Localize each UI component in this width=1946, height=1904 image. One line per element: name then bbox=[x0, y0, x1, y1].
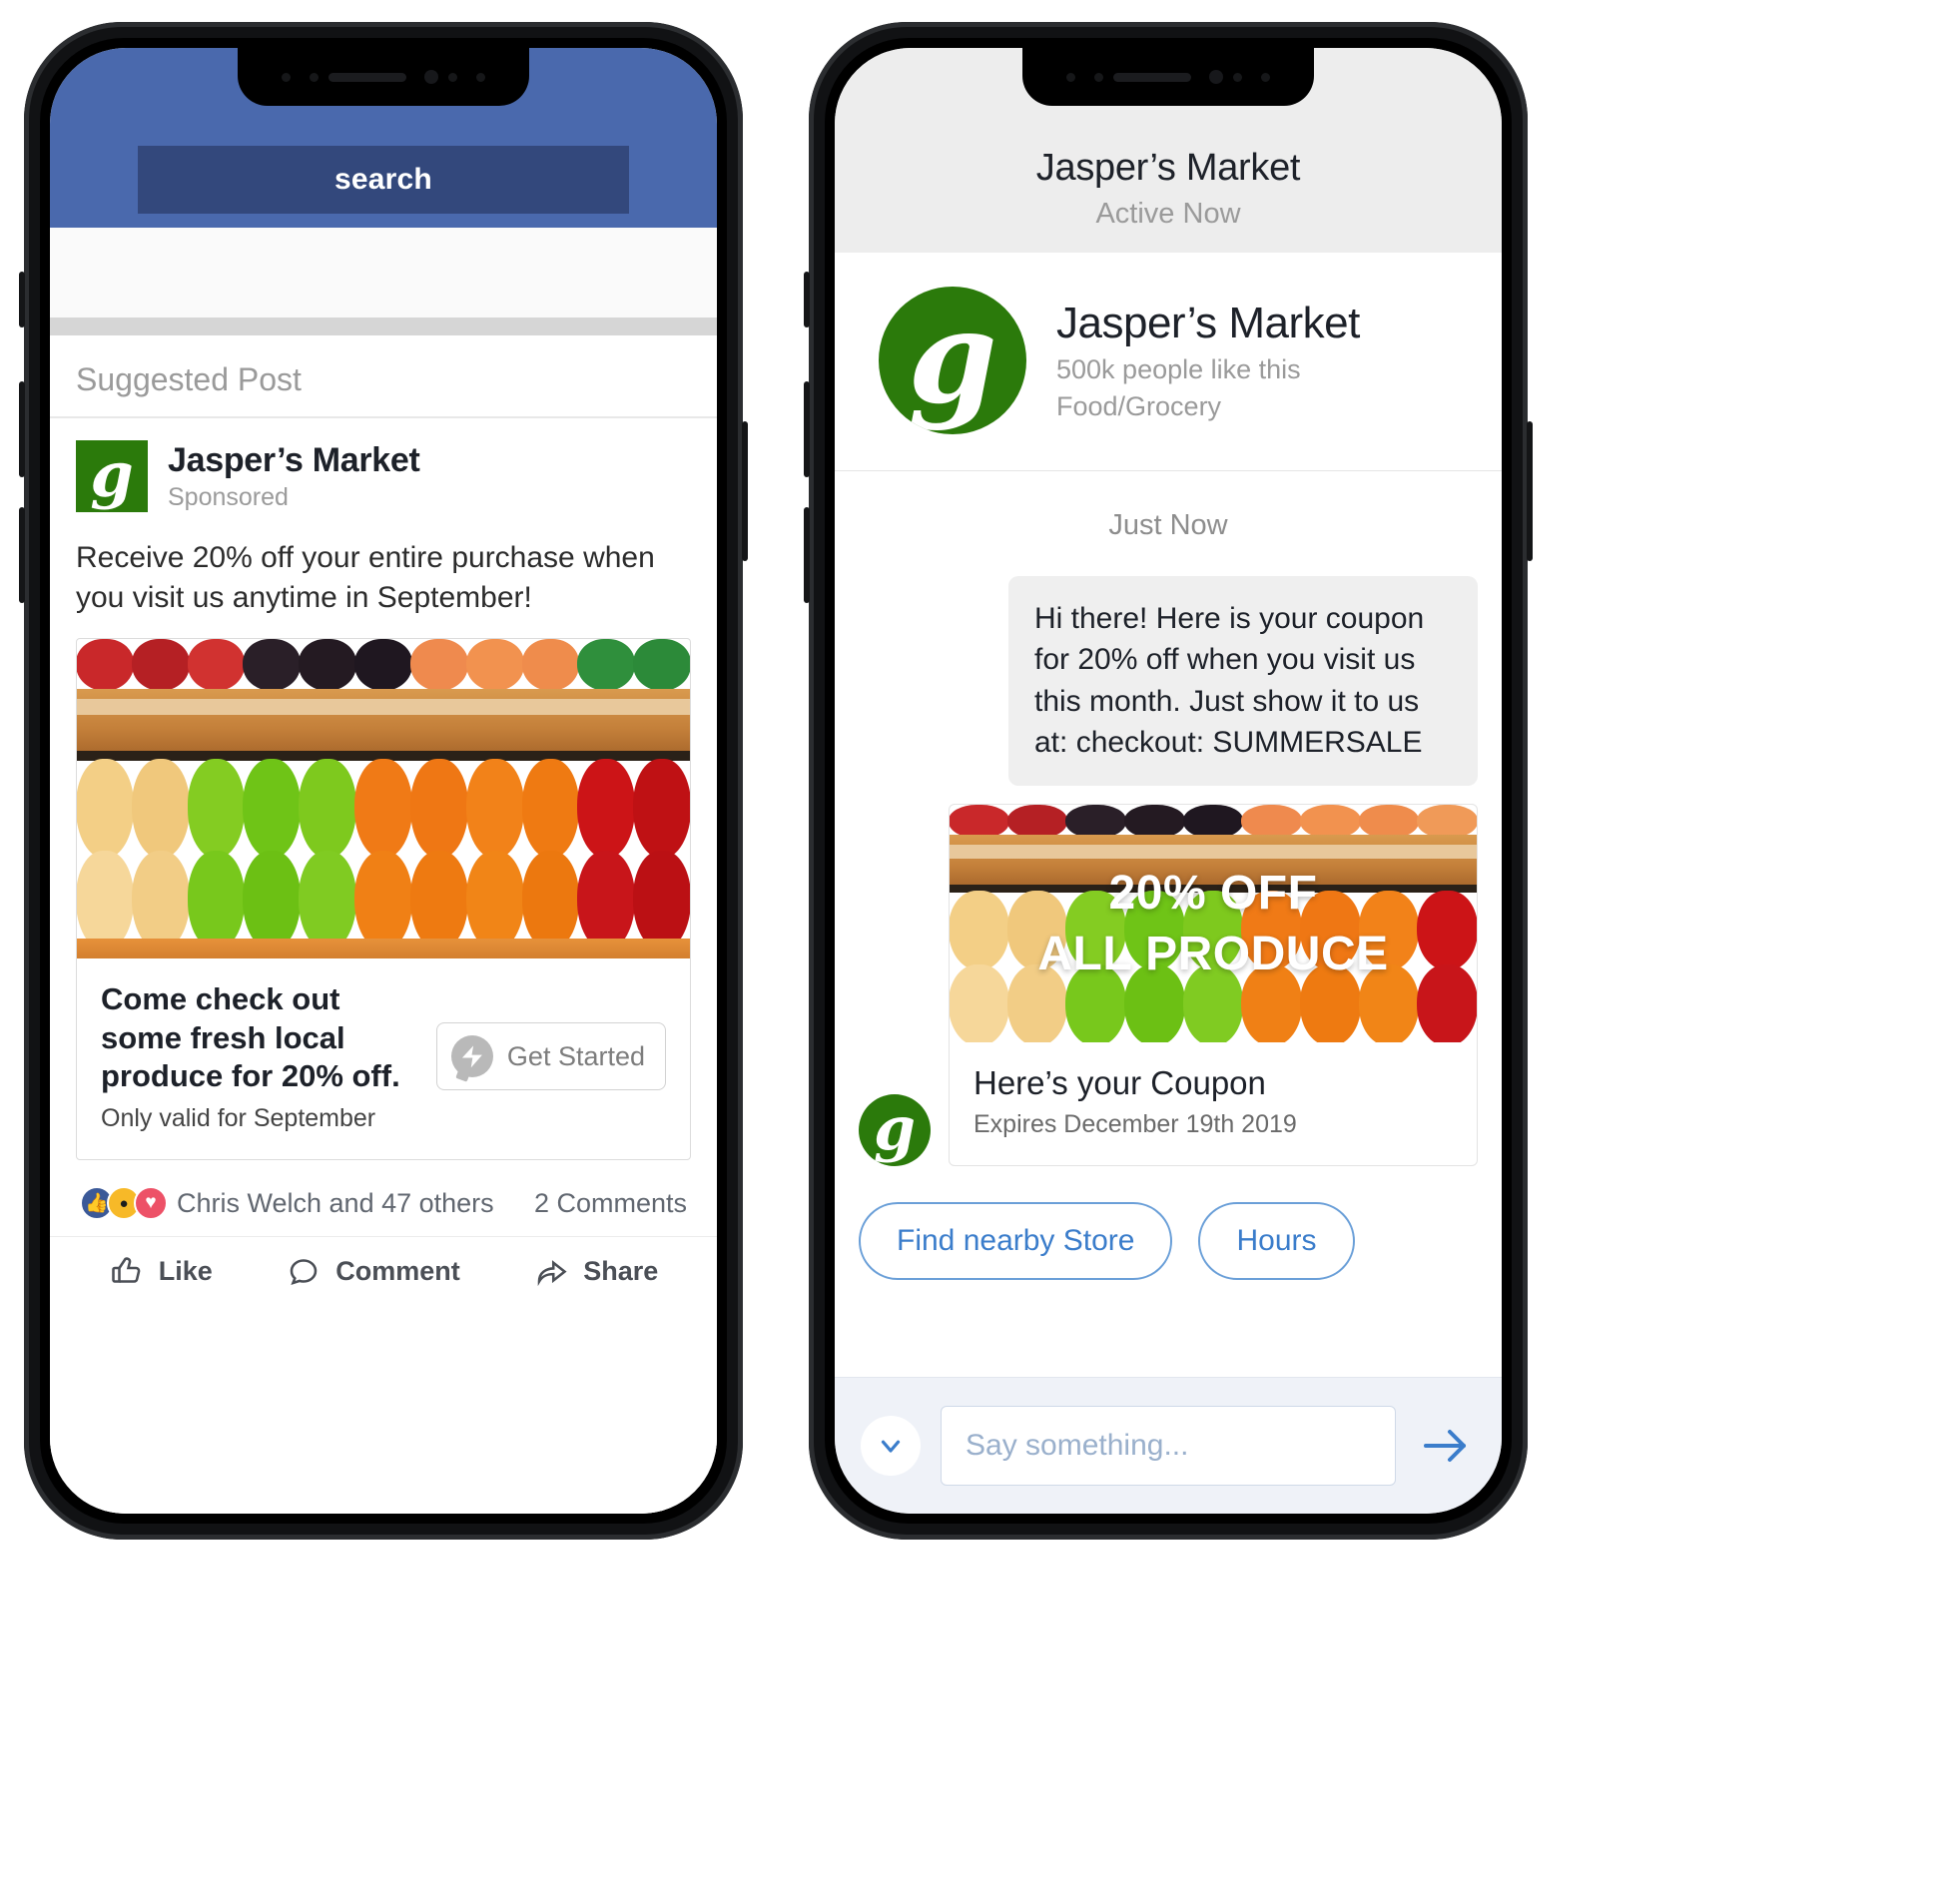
volume-down-button[interactable] bbox=[804, 507, 810, 603]
power-button[interactable] bbox=[1527, 421, 1533, 561]
share-button[interactable]: Share bbox=[533, 1253, 658, 1289]
message-timestamp: Just Now bbox=[835, 471, 1502, 576]
front-camera-icon bbox=[1209, 70, 1223, 84]
phone-screen-facebook: search Suggested Post g Jasper’s Market … bbox=[50, 48, 717, 1514]
conversation-status: Active Now bbox=[1095, 198, 1241, 230]
coupon-overlay-line2: ALL PRODUCE bbox=[1037, 927, 1389, 980]
produce-photo bbox=[77, 638, 690, 958]
coupon-expiry: Expires December 19th 2019 bbox=[973, 1109, 1297, 1138]
ad-headline: Come check out some fresh local produce … bbox=[101, 980, 400, 1094]
post-header[interactable]: g Jasper’s Market Sponsored bbox=[50, 418, 717, 522]
search-input[interactable]: search bbox=[138, 146, 629, 214]
message-thread: Hi there! Here is your coupon for 20% of… bbox=[835, 576, 1502, 1166]
sender-avatar: g bbox=[859, 1093, 931, 1166]
message-bubble[interactable]: Hi there! Here is your coupon for 20% of… bbox=[1008, 576, 1478, 786]
feed-empty-space bbox=[50, 1311, 717, 1514]
front-camera-icon bbox=[424, 70, 438, 84]
thread-empty-space bbox=[835, 1279, 1502, 1377]
coupon-card-footer: Here’s your Coupon Expires December 19th… bbox=[950, 1042, 1477, 1165]
love-reaction-icon bbox=[134, 1186, 168, 1221]
jaspers-market-logo: g bbox=[879, 287, 1026, 434]
message-input[interactable]: Say something... bbox=[941, 1406, 1396, 1486]
ad-subline: Only valid for September bbox=[101, 1104, 376, 1133]
sensor-dot-icon bbox=[1066, 72, 1075, 82]
page-name: Jasper’s Market bbox=[1056, 299, 1360, 347]
coupon-title: Here’s your Coupon bbox=[973, 1063, 1266, 1101]
nav-placeholder-strip bbox=[50, 228, 717, 317]
feed-divider bbox=[50, 317, 717, 335]
jaspers-market-logo: g bbox=[76, 440, 148, 512]
conversation-title[interactable]: Jasper’s Market bbox=[1036, 147, 1301, 190]
share-arrow-icon bbox=[533, 1253, 569, 1289]
get-started-button[interactable]: Get Started bbox=[435, 1022, 666, 1091]
phone-bezel: Jasper’s Market Active Now g Jasper’s Ma… bbox=[825, 38, 1512, 1524]
volume-up-button[interactable] bbox=[19, 381, 25, 477]
messenger-icon bbox=[450, 1035, 493, 1078]
sensor-dot-icon bbox=[1233, 72, 1242, 82]
page-profile-text: Jasper’s Market 500k people like this Fo… bbox=[1056, 299, 1360, 422]
find-nearby-store-button[interactable]: Find nearby Store bbox=[859, 1201, 1173, 1280]
page-likes: 500k people like this bbox=[1056, 354, 1301, 384]
mute-switch[interactable] bbox=[804, 272, 810, 327]
volume-up-button[interactable] bbox=[804, 381, 810, 477]
comment-bubble-icon bbox=[286, 1253, 322, 1289]
volume-down-button[interactable] bbox=[19, 507, 25, 603]
earpiece-speaker bbox=[328, 72, 406, 82]
sensor-dot-icon bbox=[1094, 72, 1103, 82]
reaction-icons-group[interactable]: Chris Welch and 47 others bbox=[80, 1186, 494, 1221]
get-started-label: Get Started bbox=[506, 1040, 645, 1071]
sensor-dot-icon bbox=[282, 72, 291, 82]
coupon-overlay-line1: 20% OFF bbox=[1108, 866, 1318, 920]
power-button[interactable] bbox=[742, 421, 748, 561]
phone-screen-messenger: Jasper’s Market Active Now g Jasper’s Ma… bbox=[835, 48, 1502, 1514]
thumbs-up-icon bbox=[109, 1253, 145, 1289]
reactors-text[interactable]: Chris Welch and 47 others bbox=[177, 1188, 494, 1219]
sensor-dot-icon bbox=[476, 72, 485, 82]
news-feed: Suggested Post g Jasper’s Market Sponsor… bbox=[50, 335, 717, 1514]
earpiece-speaker bbox=[1113, 72, 1191, 82]
page-profile-row[interactable]: g Jasper’s Market 500k people like this … bbox=[835, 253, 1502, 471]
like-button[interactable]: Like bbox=[109, 1253, 213, 1289]
coupon-photo: 20% OFF ALL PRODUCE bbox=[950, 804, 1477, 1042]
ad-card-text: Come check out some fresh local produce … bbox=[101, 980, 426, 1133]
two-phone-mockup: search Suggested Post g Jasper’s Market … bbox=[0, 0, 1946, 1904]
send-arrow-icon[interactable] bbox=[1416, 1426, 1476, 1466]
coupon-overlay-text: 20% OFF ALL PRODUCE bbox=[950, 805, 1477, 1042]
ad-card-footer: Come check out some fresh local produce … bbox=[77, 958, 690, 1159]
post-page-name[interactable]: Jasper’s Market bbox=[168, 441, 420, 480]
phone-left-facebook: search Suggested Post g Jasper’s Market … bbox=[19, 22, 748, 1540]
post-author-block: Jasper’s Market Sponsored bbox=[168, 441, 420, 512]
comment-label: Comment bbox=[335, 1255, 460, 1286]
ad-card[interactable]: Come check out some fresh local produce … bbox=[76, 637, 691, 1161]
phone-right-messenger: Jasper’s Market Active Now g Jasper’s Ma… bbox=[804, 22, 1533, 1540]
coupon-card[interactable]: 20% OFF ALL PRODUCE Here’s your Coupon E… bbox=[949, 803, 1478, 1166]
post-actions-row: Like Comment Share bbox=[50, 1236, 717, 1311]
chevron-down-icon[interactable] bbox=[861, 1416, 921, 1476]
mute-switch[interactable] bbox=[19, 272, 25, 327]
quick-reply-buttons: Find nearby Store Hours bbox=[835, 1165, 1502, 1280]
reactions-row: Chris Welch and 47 others 2 Comments bbox=[50, 1160, 717, 1236]
post-body-text: Receive 20% off your entire purchase whe… bbox=[76, 541, 655, 614]
device-notch bbox=[238, 48, 529, 106]
sensor-dot-icon bbox=[310, 72, 319, 82]
page-category: Food/Grocery bbox=[1056, 391, 1222, 421]
suggested-post-label: Suggested Post bbox=[50, 335, 717, 418]
hours-button[interactable]: Hours bbox=[1198, 1201, 1355, 1280]
comment-button[interactable]: Comment bbox=[286, 1253, 460, 1289]
comments-count[interactable]: 2 Comments bbox=[534, 1188, 687, 1219]
device-notch bbox=[1022, 48, 1314, 106]
post-sponsored-label: Sponsored bbox=[168, 482, 289, 511]
like-label: Like bbox=[158, 1255, 213, 1286]
coupon-message-row: g 20% OFF ALL PRODUCE Here’s your Coupon… bbox=[859, 803, 1478, 1166]
message-composer: Say something... bbox=[835, 1377, 1502, 1514]
phone-bezel: search Suggested Post g Jasper’s Market … bbox=[40, 38, 727, 1524]
share-label: Share bbox=[583, 1255, 659, 1286]
produce-artwork bbox=[77, 638, 690, 958]
sensor-dot-icon bbox=[448, 72, 457, 82]
sensor-dot-icon bbox=[1261, 72, 1270, 82]
